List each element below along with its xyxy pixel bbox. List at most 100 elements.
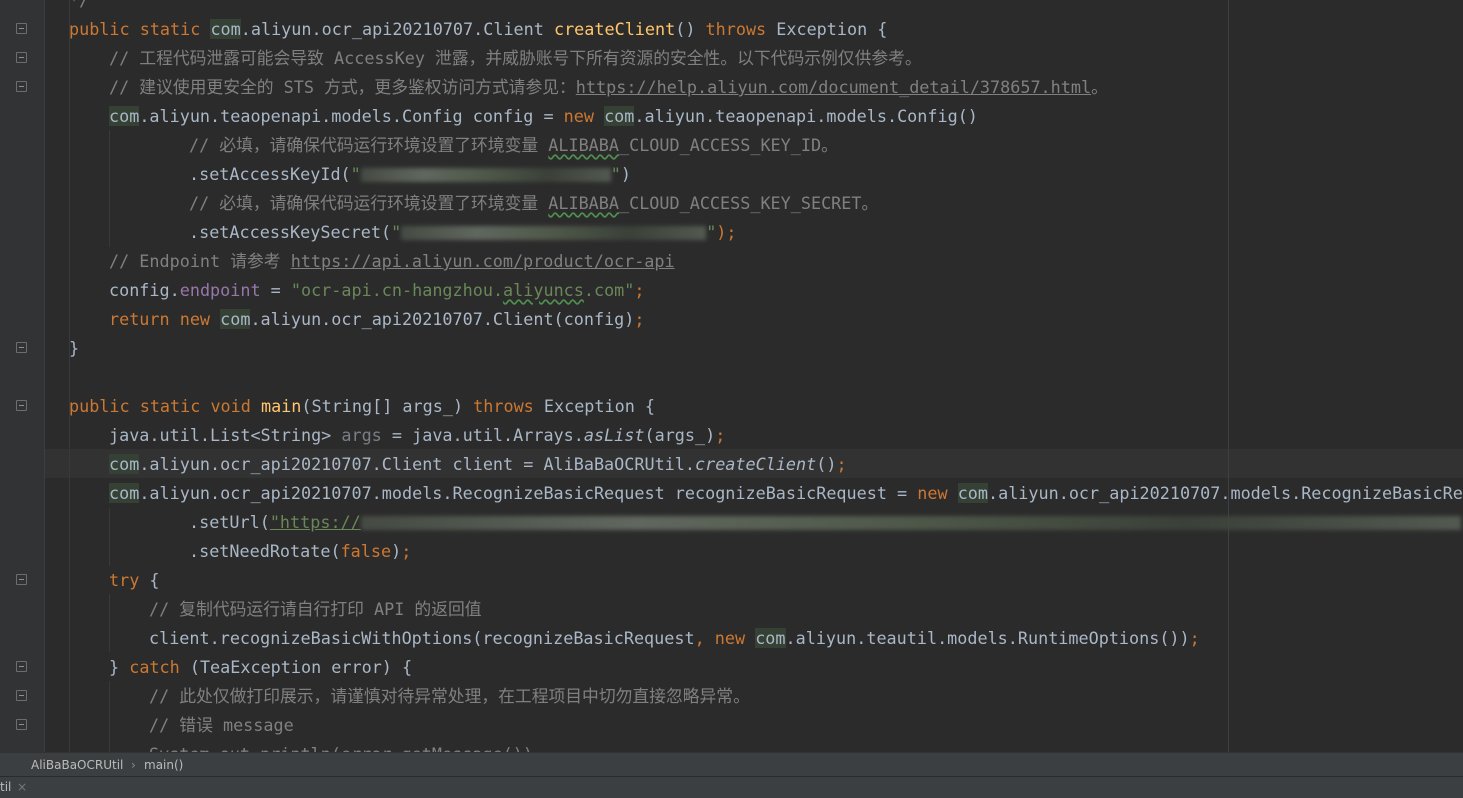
code-line[interactable]: } bbox=[69, 334, 79, 363]
code-token: // 此处仅做打印展示，请谨慎对待异常处理，在工程项目中切勿直接忽略异常。 bbox=[149, 686, 750, 706]
fold-icon[interactable] bbox=[16, 81, 27, 92]
code-token: new bbox=[563, 106, 605, 126]
code-token: () bbox=[675, 19, 706, 39]
breadcrumb-item-method[interactable]: main() bbox=[144, 753, 183, 777]
fold-icon[interactable] bbox=[16, 574, 27, 585]
code-token: ) bbox=[620, 164, 631, 184]
code-line[interactable]: // 复制代码运行请自行打印 API 的返回值 bbox=[149, 595, 482, 624]
code-line[interactable]: config.endpoint = "ocr-api.cn-hangzhou.a… bbox=[109, 276, 645, 305]
code-token: endpoint bbox=[179, 280, 261, 300]
code-token: " bbox=[610, 164, 621, 184]
code-token: com bbox=[957, 483, 988, 503]
code-token: .setAccessKeySecret( bbox=[189, 222, 392, 242]
code-token: " bbox=[706, 222, 717, 242]
code-token: System.out.println(error.getMessage()) bbox=[149, 744, 533, 752]
code-token: .setNeedRotate( bbox=[189, 541, 341, 561]
code-line[interactable]: public static com.aliyun.ocr_api20210707… bbox=[69, 15, 887, 44]
code-line[interactable]: .setNeedRotate(false); bbox=[189, 537, 411, 566]
code-editor[interactable]: */public static com.aliyun.ocr_api202107… bbox=[0, 0, 1463, 752]
code-line[interactable]: // 建议使用更安全的 STS 方式，更多鉴权访问方式请参见：https://h… bbox=[109, 73, 1108, 102]
code-token: .setUrl( bbox=[189, 512, 270, 532]
indent-guide bbox=[109, 508, 110, 566]
code-token: .aliyun.ocr_api20210707.models.Recognize… bbox=[988, 483, 1463, 503]
code-token: try bbox=[109, 570, 150, 590]
code-token: ; bbox=[634, 309, 645, 329]
fold-icon[interactable] bbox=[16, 23, 27, 34]
code-token: createClient bbox=[695, 454, 817, 474]
code-line[interactable]: .setAccessKeyId(" ") bbox=[189, 160, 631, 189]
indent-guide bbox=[69, 0, 70, 752]
code-line[interactable]: .setAccessKeySecret(" "); bbox=[189, 218, 737, 247]
code-line[interactable]: System.out.println(error.getMessage()) bbox=[149, 740, 533, 752]
breadcrumb-separator: › bbox=[131, 758, 136, 772]
code-line[interactable]: com .aliyun.teaopenapi.models.Config conf… bbox=[109, 102, 978, 131]
fold-icon[interactable] bbox=[16, 690, 27, 701]
fold-icon[interactable] bbox=[16, 719, 27, 730]
code-line[interactable]: // 必填，请确保代码运行环境设置了环境变量 ALIBABA_CLOUD_ACC… bbox=[189, 131, 838, 160]
code-line[interactable]: client.recognizeBasicWithOptions(recogni… bbox=[149, 624, 1200, 653]
code-token: } bbox=[69, 338, 80, 358]
code-token: public static bbox=[69, 19, 211, 39]
code-token: (TeaException error) { bbox=[189, 657, 413, 677]
code-line[interactable]: // 此处仅做打印展示，请谨慎对待异常处理，在工程项目中切勿直接忽略异常。 bbox=[149, 682, 750, 711]
code-line[interactable]: .setUrl("https:// bbox=[189, 508, 1461, 537]
code-line[interactable]: try { bbox=[109, 566, 160, 595]
redacted-value bbox=[401, 226, 707, 240]
code-token: catch bbox=[129, 657, 190, 677]
code-token: _CLOUD_ACCESS_KEY_ID。 bbox=[619, 135, 838, 155]
code-token: .aliyun.ocr_api20210707.Client(config) bbox=[250, 309, 635, 329]
fold-icon[interactable] bbox=[16, 400, 27, 411]
close-icon[interactable]: × bbox=[17, 777, 27, 798]
code-token: } bbox=[109, 657, 130, 677]
indent-guide bbox=[109, 130, 110, 247]
code-token: .aliyun.teaopenapi.models.Config config … bbox=[139, 106, 564, 126]
code-line[interactable]: // 工程代码泄露可能会导致 AccessKey 泄露，并威胁账号下所有资源的安… bbox=[109, 44, 922, 73]
code-line[interactable]: com.aliyun.ocr_api20210707.models.Recogn… bbox=[109, 479, 1463, 508]
code-token: // Endpoint 请参考 bbox=[109, 251, 291, 271]
tool-tab-label[interactable]: til bbox=[0, 777, 11, 798]
code-line[interactable]: // 必填，请确保代码运行环境设置了环境变量 ALIBABA_CLOUD_ACC… bbox=[189, 189, 878, 218]
code-token: main bbox=[260, 396, 302, 416]
code-token: "https:// bbox=[269, 512, 361, 532]
code-token: client.recognizeBasicWithOptions(recogni… bbox=[149, 628, 695, 648]
breadcrumb: AliBaBaOCRUtil › main() bbox=[0, 752, 1463, 777]
code-token: Exception { bbox=[543, 396, 656, 416]
code-token: false bbox=[340, 541, 392, 561]
code-token: // 必填，请确保代码运行环境设置了环境变量 bbox=[189, 135, 549, 155]
code-line[interactable]: // Endpoint 请参考 https://api.aliyun.com/p… bbox=[109, 247, 675, 276]
code-token: // 错误 message bbox=[149, 715, 294, 735]
fold-icon[interactable] bbox=[16, 342, 27, 353]
code-token: .com" bbox=[583, 280, 635, 300]
code-token: throws bbox=[473, 396, 544, 416]
code-line[interactable]: return new com.aliyun.ocr_api20210707.Cl… bbox=[109, 305, 644, 334]
code-token: ALIBABA bbox=[548, 193, 619, 213]
code-token: .aliyun.teaopenapi.models.Config() bbox=[634, 106, 978, 126]
indent-guide bbox=[109, 594, 110, 652]
code-token: com bbox=[604, 106, 635, 126]
code-line[interactable]: } catch (TeaException error) { bbox=[109, 653, 412, 682]
code-token: */ bbox=[69, 0, 90, 10]
code-line[interactable]: java.util.List<String> args = java.util.… bbox=[109, 421, 725, 450]
code-token: () bbox=[816, 454, 837, 474]
code-token: = bbox=[260, 280, 291, 300]
code-token: com bbox=[109, 483, 140, 503]
code-line[interactable]: public static void main(String[] args_) … bbox=[69, 392, 655, 421]
code-line[interactable]: */ bbox=[69, 0, 89, 15]
code-token: .aliyun.ocr_api20210707.Client client = … bbox=[139, 454, 695, 474]
redacted-value bbox=[360, 168, 611, 182]
code-token: args bbox=[341, 425, 382, 445]
fold-icon[interactable] bbox=[16, 52, 27, 63]
code-token: 。 bbox=[1091, 77, 1108, 97]
breadcrumb-item-class[interactable]: AliBaBaOCRUtil bbox=[31, 753, 123, 777]
code-token: https://api.aliyun.com/product/ocr-api bbox=[290, 251, 675, 271]
code-token: // 必填，请确保代码运行环境设置了环境变量 bbox=[189, 193, 549, 213]
code-token: "ocr-api.cn-hangzhou. bbox=[290, 280, 504, 300]
code-token: .aliyun.ocr_api20210707.models.Recognize… bbox=[139, 483, 918, 503]
code-token: com bbox=[109, 454, 140, 474]
code-token: com bbox=[220, 309, 251, 329]
code-token: " bbox=[350, 164, 361, 184]
fold-icon[interactable] bbox=[16, 661, 27, 672]
code-line[interactable]: // 错误 message bbox=[149, 711, 294, 740]
code-line[interactable]: com.aliyun.ocr_api20210707.Client client… bbox=[109, 450, 847, 479]
code-token: config. bbox=[109, 280, 180, 300]
